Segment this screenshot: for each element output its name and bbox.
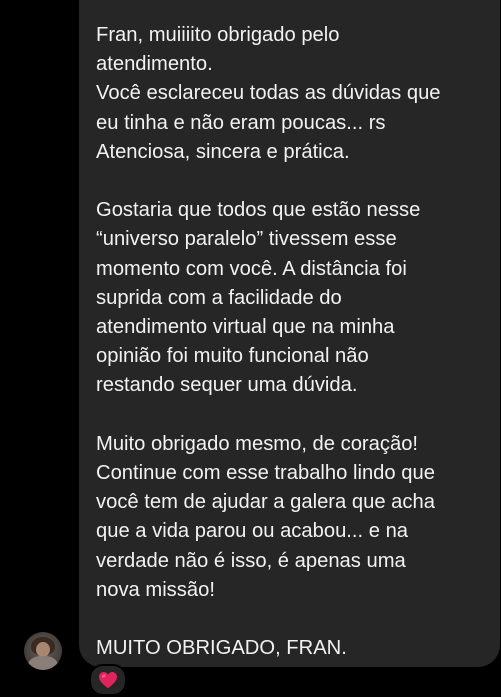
avatar-face <box>36 642 50 657</box>
sender-avatar[interactable] <box>24 632 62 670</box>
message-paragraph-2: Gostaria que todos que estão nesse “univ… <box>96 199 421 397</box>
message-bubble[interactable]: Fran, muiiiito obrigado pelo atendimento… <box>79 0 500 667</box>
message-paragraph-3: Muito obrigado mesmo, de coração! Contin… <box>96 432 435 601</box>
reaction-badge[interactable] <box>89 664 127 696</box>
red-heart-icon <box>99 672 117 689</box>
message-paragraph-4: MUITO OBRIGADO, FRAN. <box>96 637 347 660</box>
avatar-shirt <box>28 656 58 670</box>
message-paragraph-1: Fran, muiiiito obrigado pelo atendimento… <box>96 24 441 163</box>
